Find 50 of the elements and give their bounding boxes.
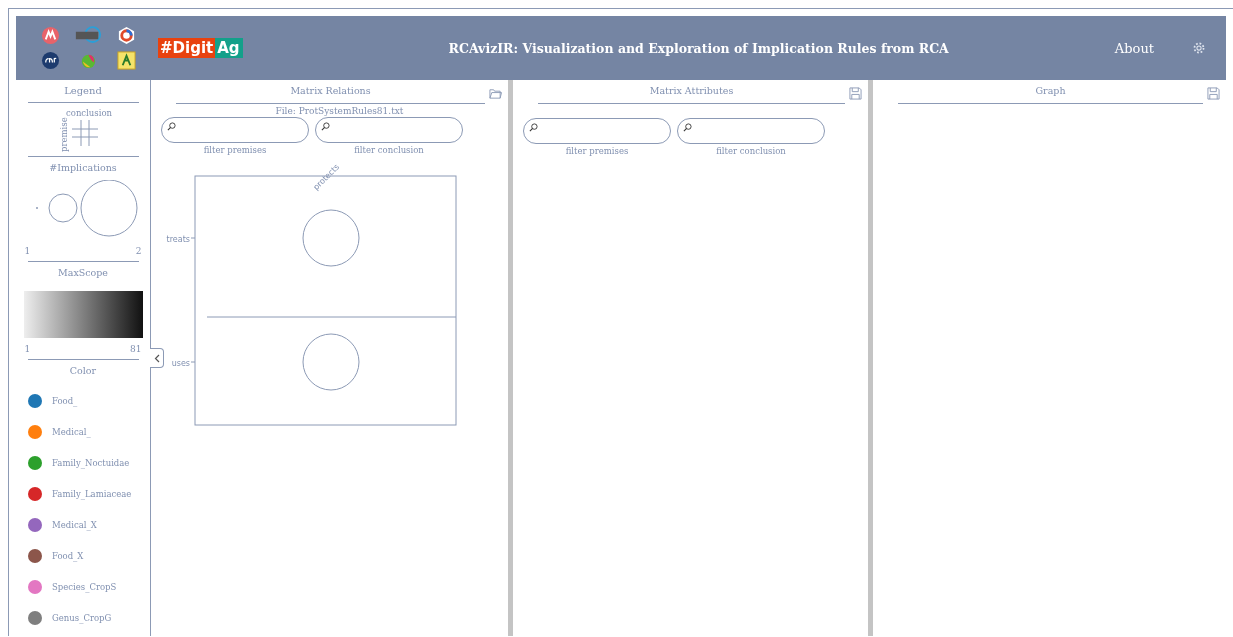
color-label: Family_Lamiaceae [52,489,132,499]
logo-icon [116,26,136,45]
panel-title: Matrix Relations [176,85,485,104]
logo-icon [40,51,60,70]
collapse-button[interactable] [150,348,164,368]
scale-min: 1 [24,344,31,354]
settings-icon[interactable] [1192,41,1206,55]
color-label: Medical_ [52,427,91,437]
color-label: Species_CropS [52,582,117,592]
row-label: treats [166,235,190,244]
logo-icon [40,26,60,45]
color-label: Family_Noctuidae [52,458,130,468]
conclusion-label: conclusion [66,108,112,118]
section-title: #Implications [49,162,117,174]
color-label: Medical_X [52,520,97,530]
filter-label: filter conclusion [354,145,424,155]
scale-max: 81 [130,344,142,354]
filter-label: filter premises [565,146,629,156]
section-title: Color [69,365,97,377]
save-icon[interactable] [849,87,862,100]
grid-icon [72,120,99,146]
brand-text: Ag [215,38,243,58]
app-title: RCAvizIR: Visualization and Exploration of Implication Rules from RCA [447,40,950,56]
color-label: Food_X [52,551,84,561]
search-icon [529,122,538,132]
chevron-left-icon [153,353,160,363]
logo-icon [116,51,136,70]
legend-title: Legend [64,85,102,97]
panel-title: Graph [898,85,1203,104]
search-icon [321,121,330,131]
section-title: MaxScope [58,267,108,279]
search-icon [683,122,692,132]
folder-icon[interactable] [489,87,502,100]
color-label: Genus_CropG [52,613,112,623]
search-icon [167,121,176,131]
scale-max: 2 [135,246,142,256]
about-link[interactable]: About [1114,40,1154,56]
scale-min: 1 [24,246,31,256]
file-name: File: ProtSystemRules81.txt [274,106,405,117]
save-icon[interactable] [1207,87,1220,100]
implication-circle[interactable] [302,333,360,391]
color-label: Food_ [52,396,78,406]
filter-label: filter conclusion [716,146,786,156]
implication-circle[interactable] [302,209,360,267]
panel-title: Matrix Attributes [538,85,845,104]
brand-text: #Digit [158,38,216,58]
logo-icon [74,26,102,45]
filter-label: filter premises [203,145,267,155]
premise-label: premise [59,118,70,152]
row-label: uses [171,359,190,368]
